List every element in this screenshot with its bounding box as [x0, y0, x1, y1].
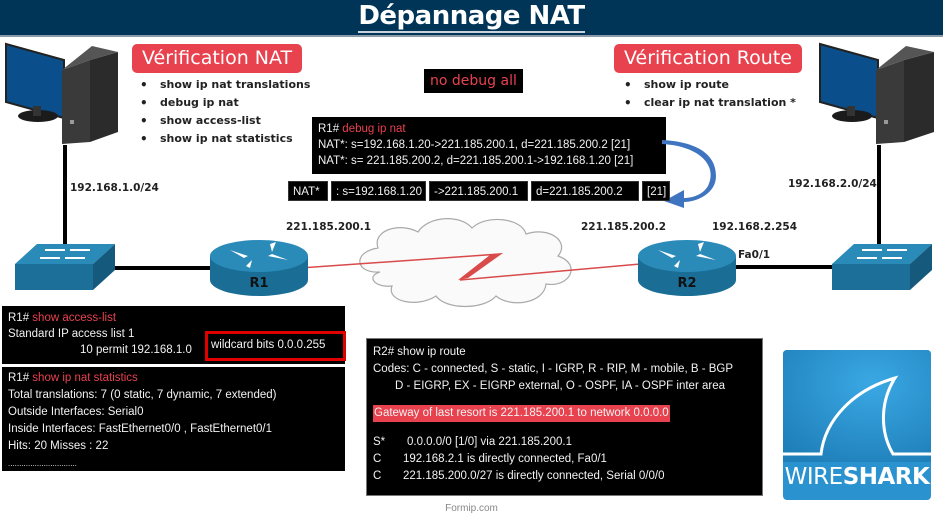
router-r1: R1: [210, 238, 308, 298]
router-label: R2: [677, 276, 697, 291]
list-item: show ip nat translations: [140, 76, 310, 94]
terminal-command-line: R1# show ip nat statistics: [8, 372, 138, 384]
switch1-r1-cable: [112, 266, 212, 270]
nat-breakdown-cell: NAT*: [288, 181, 328, 201]
left-pc-cable: [63, 145, 67, 245]
nat-breakdown-cell: [21]: [642, 181, 670, 201]
show-ip-route-terminal: R2# show ip route Codes: C - connected, …: [366, 338, 763, 496]
switch-right-icon: [832, 244, 932, 290]
r2-lan-ip-label: 192.168.2.254: [712, 221, 798, 233]
list-item: debug ip nat: [140, 94, 310, 112]
shark-fin-icon: [783, 350, 931, 462]
verification-nat-list: show ip nat translations debug ip nat sh…: [140, 76, 310, 148]
show-ip-nat-statistics-terminal: R1# show ip nat statistics Total transla…: [2, 367, 345, 471]
terminal-command-line: R1# debug ip nat: [318, 123, 406, 135]
left-pc-icon: [5, 42, 118, 144]
terminal-line: D - EIGRP, EX - EIGRP external, O - OSPF…: [395, 380, 725, 392]
terminal-line: NAT*: s=192.168.1.20->221.185.200.1, d=2…: [318, 139, 631, 151]
debug-ip-nat-terminal: R1# debug ip nat NAT*: s=192.168.1.20->2…: [312, 117, 666, 174]
footer-credit: Formip.com: [445, 503, 498, 514]
nat-breakdown-cell: ->221.185.200.1: [429, 181, 528, 201]
terminal-line: Inside Interfaces: FastEthernet0/0 , Fas…: [8, 423, 273, 435]
router-r2: R2: [638, 238, 736, 298]
gateway-highlight: Gateway of last resort is 221.185.200.1 …: [373, 405, 670, 422]
list-item: show access-list: [140, 112, 310, 130]
switch-left-icon: [15, 244, 115, 290]
left-lan-label: 192.168.1.0/24: [70, 182, 159, 194]
no-debug-all-badge: no debug all: [424, 69, 523, 93]
header-bar: Dépannage NAT: [0, 0, 943, 37]
terminal-command-line: R2# show ip route: [373, 346, 466, 358]
verification-route-list: show ip route clear ip nat translation *: [624, 76, 796, 112]
wan-cloud-icon: [300, 218, 640, 307]
nat-breakdown-cell: d=221.185.200.2: [531, 181, 639, 201]
verification-route-title: Vérification Route: [614, 44, 802, 73]
terminal-line: Outside Interfaces: Serial0: [8, 406, 144, 418]
terminal-command-line: R1# show access-list: [8, 312, 117, 324]
terminal-line: Total translations: 7 (0 static, 7 dynam…: [8, 389, 277, 401]
list-item: clear ip nat translation *: [624, 94, 796, 112]
wireshark-wordmark: WIRESHARK: [784, 464, 930, 490]
terminal-line: ...............................: [8, 459, 77, 468]
page-title: Dépannage NAT: [358, 1, 585, 33]
wireshark-logo: WIRESHARK: [783, 350, 931, 500]
terminal-line: Hits: 20 Misses : 22: [8, 440, 109, 452]
r2-switch2-cable: [735, 265, 835, 269]
right-lan-label: 192.168.2.0/24: [788, 178, 877, 190]
route-entry: C 192.168.2.1 is directly connected, Fa0/…: [373, 453, 607, 465]
terminal-line: NAT*: s= 221.185.200.2, d=221.185.200.1-…: [318, 155, 634, 167]
list-item: show ip route: [624, 76, 796, 94]
route-entry: S* 0.0.0.0/0 [1/0] via 221.185.200.1: [373, 436, 572, 448]
wildcard-highlight-box: wildcard bits 0.0.0.255: [205, 331, 346, 361]
right-pc-cable: [877, 145, 881, 245]
router-label: R1: [249, 276, 269, 291]
verification-nat-title: Vérification NAT: [132, 44, 303, 73]
list-item: show ip nat statistics: [140, 130, 310, 148]
r2-interface-label: Fa0/1: [738, 249, 771, 261]
route-entry: C 221.185.200.0/27 is directly connected,…: [373, 470, 665, 482]
right-pc-icon: [819, 42, 934, 144]
nat-breakdown-cell: : s=192.168.1.20: [331, 181, 426, 201]
terminal-line: Codes: C - connected, S - static, I - IG…: [373, 363, 734, 375]
